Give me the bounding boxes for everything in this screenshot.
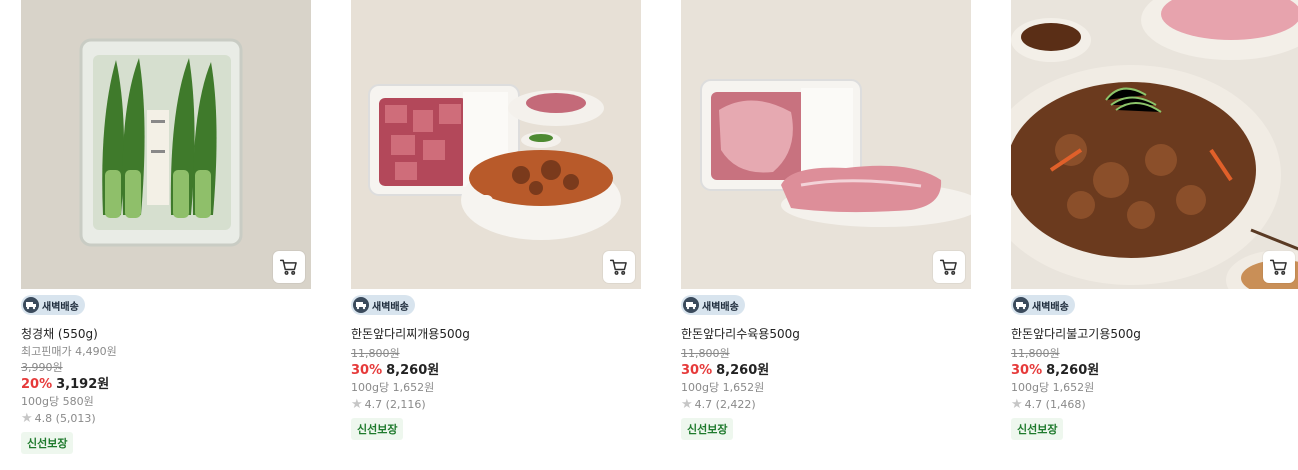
badge-label: 새벽배송 xyxy=(372,301,409,313)
original-price: 11,800원 xyxy=(1011,347,1060,360)
rating: ★ 4.8 (5,013) xyxy=(21,410,311,428)
product-card[interactable]: 새벽배송 청경채 (550g) 최고핀매가 4,490원 3,990원 20% 3… xyxy=(21,0,311,454)
add-to-cart-button[interactable] xyxy=(933,251,965,283)
unit-price: 100g당 580원 xyxy=(21,395,94,408)
product-image[interactable] xyxy=(351,0,641,289)
price-line: 30% 8,260원 xyxy=(681,362,971,380)
original-price: 11,800원 xyxy=(681,347,730,360)
rating-text: 4.7 (1,468) xyxy=(1024,398,1086,411)
fresh-guarantee-tag: 신선보장 xyxy=(351,418,404,440)
rating-text: 4.7 (2,116) xyxy=(364,398,426,411)
highest-price: 최고핀매가 4,490원 xyxy=(21,345,117,358)
product-card[interactable]: 새벽배송 한돈앞다리찌개용500g 11,800원 30% 8,260원 100g… xyxy=(351,0,641,440)
price-line: 20% 3,192원 xyxy=(21,376,311,394)
delivery-badge: 새벽배송 xyxy=(681,295,745,315)
original-price: 11,800원 xyxy=(351,347,400,360)
add-to-cart-button[interactable] xyxy=(273,251,305,283)
sale-price: 8,260원 xyxy=(716,363,770,378)
sale-price: 8,260원 xyxy=(386,363,440,378)
original-price: 3,990원 xyxy=(21,361,63,374)
product-image[interactable] xyxy=(1011,0,1298,289)
badge-label: 새벽배송 xyxy=(42,301,79,313)
delivery-badge: 새벽배송 xyxy=(21,295,85,315)
truck-icon xyxy=(1013,297,1029,313)
product-card[interactable]: 새벽배송 한돈앞다리수육용500g 11,800원 30% 8,260원 100g… xyxy=(681,0,971,440)
unit-price: 100g당 1,652원 xyxy=(681,381,765,394)
truck-icon xyxy=(353,297,369,313)
product-image[interactable] xyxy=(21,0,311,289)
add-to-cart-button[interactable] xyxy=(1263,251,1295,283)
star-icon: ★ xyxy=(1011,397,1023,412)
product-name[interactable]: 한돈앞다리불고기용500g xyxy=(1011,326,1298,342)
delivery-badge: 새벽배송 xyxy=(351,295,415,315)
product-name[interactable]: 한돈앞다리수육용500g xyxy=(681,326,971,342)
truck-icon xyxy=(683,297,699,313)
badge-label: 새벽배송 xyxy=(1032,301,1069,313)
delivery-badge: 새벽배송 xyxy=(1011,295,1075,315)
truck-icon xyxy=(23,297,39,313)
discount-rate: 20% xyxy=(21,377,53,392)
sale-price: 3,192원 xyxy=(56,377,110,392)
cart-icon xyxy=(1269,257,1289,277)
sale-price: 8,260원 xyxy=(1046,363,1100,378)
fresh-guarantee-tag: 신선보장 xyxy=(1011,418,1064,440)
discount-rate: 30% xyxy=(1011,363,1043,378)
unit-price: 100g당 1,652원 xyxy=(1011,381,1095,394)
unit-price: 100g당 1,652원 xyxy=(351,381,435,394)
rating: ★ 4.7 (2,422) xyxy=(681,396,971,414)
star-icon: ★ xyxy=(681,397,693,412)
add-to-cart-button[interactable] xyxy=(603,251,635,283)
product-name[interactable]: 한돈앞다리찌개용500g xyxy=(351,326,641,342)
product-row: 새벽배송 청경채 (550g) 최고핀매가 4,490원 3,990원 20% 3… xyxy=(0,0,1298,470)
rating-text: 4.7 (2,422) xyxy=(694,398,756,411)
star-icon: ★ xyxy=(21,411,33,426)
discount-rate: 30% xyxy=(351,363,383,378)
badge-label: 새벽배송 xyxy=(702,301,739,313)
rating: ★ 4.7 (1,468) xyxy=(1011,396,1298,414)
fresh-guarantee-tag: 신선보장 xyxy=(681,418,734,440)
star-icon: ★ xyxy=(351,397,363,412)
discount-rate: 30% xyxy=(681,363,713,378)
rating-text: 4.8 (5,013) xyxy=(34,412,96,425)
cart-icon xyxy=(279,257,299,277)
price-line: 30% 8,260원 xyxy=(1011,362,1298,380)
product-image[interactable] xyxy=(681,0,971,289)
fresh-guarantee-tag: 신선보장 xyxy=(21,432,74,454)
product-card[interactable]: 새벽배송 한돈앞다리불고기용500g 11,800원 30% 8,260원 100… xyxy=(1011,0,1298,440)
price-line: 30% 8,260원 xyxy=(351,362,641,380)
cart-icon xyxy=(609,257,629,277)
rating: ★ 4.7 (2,116) xyxy=(351,396,641,414)
cart-icon xyxy=(939,257,959,277)
product-name[interactable]: 청경채 (550g) xyxy=(21,326,311,342)
